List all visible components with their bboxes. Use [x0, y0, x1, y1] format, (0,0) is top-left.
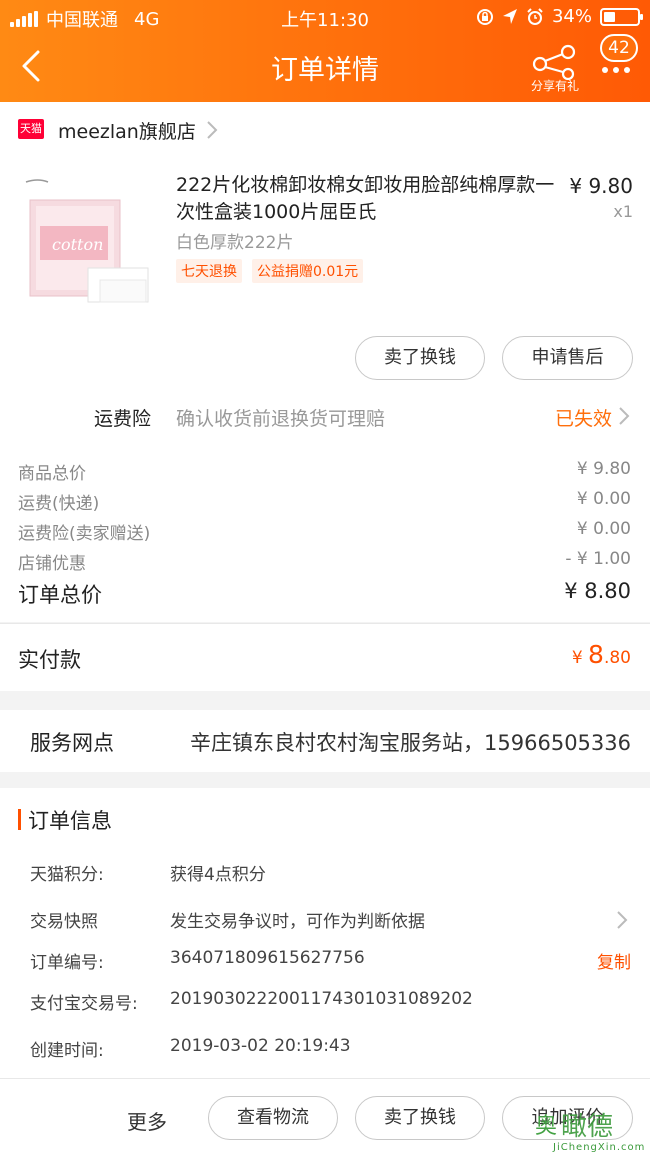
fee-value: ¥ 0.00 — [576, 519, 631, 539]
order-total: 订单总价 ¥ 8.80 — [0, 576, 650, 612]
battery-percent: 34% — [551, 6, 592, 27]
alarm-icon — [527, 7, 543, 25]
order-info: 订单信息 天猫积分: 获得4点积分 交易快照 发生交易争议时，可作为判断依据 订… — [0, 788, 650, 1078]
fee-row: 运费(快递) ¥ 0.00 — [0, 485, 650, 515]
order-number-value: 364071809615627756 — [170, 948, 365, 968]
return-policy-tag: 七天退换 — [176, 259, 242, 283]
service-value: 辛庄镇东良村农村淘宝服务站，15966505336 — [190, 731, 631, 755]
paid-label: 实付款 — [18, 648, 81, 672]
fee-row: 运费险(卖家赠送) ¥ 0.00 — [0, 515, 650, 545]
fee-label: 店铺优惠 — [18, 554, 86, 574]
created-time-value: 2019-03-02 20:19:43 — [170, 1036, 351, 1056]
bottom-action-bar: 更多 查看物流 卖了换钱 追加评价 — [0, 1078, 650, 1155]
view-logistics-button[interactable]: 查看物流 — [208, 1096, 338, 1140]
snapshot-row[interactable]: 交易快照 发生交易争议时，可作为判断依据 — [0, 902, 650, 936]
more-icon — [602, 67, 630, 73]
charity-tag: 公益捐赠0.01元 — [252, 259, 364, 283]
created-time-label: 创建时间: — [30, 1041, 104, 1061]
add-review-button[interactable]: 追加评价 — [502, 1096, 633, 1140]
snapshot-label: 交易快照 — [30, 912, 98, 932]
battery-icon — [600, 7, 643, 26]
paid-decimals: .80 — [603, 648, 631, 668]
fee-label: 运费险(卖家赠送) — [18, 524, 151, 544]
product-quantity: x1 — [613, 202, 633, 221]
fee-row: 店铺优惠 - ¥ 1.00 — [0, 545, 650, 575]
order-total-label: 订单总价 — [18, 583, 102, 607]
order-number-row: 订单编号: 364071809615627756 复制 — [0, 943, 650, 977]
snapshot-value: 发生交易争议时，可作为判断依据 — [170, 912, 425, 932]
section-accent-bar — [18, 809, 21, 830]
more-actions-button[interactable]: 更多 — [127, 1106, 167, 1135]
sell-button[interactable]: 卖了换钱 — [355, 336, 485, 380]
alipay-number-label: 支付宝交易号: — [30, 994, 138, 1014]
store-name: meezlan旗舰店 — [58, 121, 196, 143]
created-time-row: 创建时间: 2019-03-02 20:19:43 — [0, 1031, 650, 1065]
product-image-text: cotton — [52, 235, 103, 254]
fee-label: 运费(快递) — [18, 494, 100, 514]
paid-value: ¥ 8.80 — [572, 640, 631, 669]
sell-button[interactable]: 卖了换钱 — [355, 1096, 485, 1140]
fee-value: ¥ 0.00 — [576, 489, 631, 509]
store-row[interactable]: 天猫 meezlan旗舰店 — [0, 102, 650, 158]
chevron-right-icon — [619, 407, 630, 425]
alipay-number-row: 支付宝交易号: 2019030222001174301031089202 — [0, 984, 650, 1018]
alipay-number-value: 2019030222001174301031089202 — [170, 989, 473, 1009]
share-icon — [532, 44, 576, 80]
product-image[interactable]: cotton — [18, 176, 158, 316]
status-bar: 中国联通 4G 上午11:30 34% — [0, 0, 650, 34]
lock-rotation-icon — [476, 8, 493, 25]
paid-currency: ¥ — [571, 648, 589, 668]
fee-label: 商品总价 — [18, 464, 86, 484]
product-name[interactable]: 222片化妆棉卸妆棉女卸妆用脸部纯棉厚款一次性盒装1000片屈臣氏 — [176, 172, 556, 226]
points-row: 天猫积分: 获得4点积分 — [0, 855, 650, 889]
product-card: cotton 222片化妆棉卸妆棉女卸妆用脸部纯棉厚款一次性盒装1000片屈臣氏… — [0, 158, 650, 390]
insurance-desc: 确认收货前退换货可理赔 — [176, 408, 386, 430]
service-point-row: 服务网点 辛庄镇东良村农村淘宝服务站，15966505336 — [0, 710, 650, 772]
product-sku: 白色厚款222片 — [176, 233, 294, 253]
more-button[interactable]: 42 — [596, 34, 646, 90]
section-title: 订单信息 — [28, 809, 112, 833]
price-breakdown: 商品总价 ¥ 9.80 运费(快递) ¥ 0.00 运费险(卖家赠送) ¥ 0.… — [0, 442, 650, 622]
chevron-right-icon — [207, 121, 218, 139]
insurance-status: 已失效 — [554, 408, 612, 430]
service-label: 服务网点 — [30, 731, 114, 755]
fee-value: ¥ 9.80 — [576, 459, 631, 479]
fee-row: 商品总价 ¥ 9.80 — [0, 455, 650, 485]
product-price: ¥ 9.80 — [569, 174, 633, 198]
back-icon[interactable] — [18, 48, 48, 84]
share-label: 分享有礼 — [530, 79, 579, 93]
message-badge: 42 — [600, 34, 638, 62]
order-total-value: ¥ 8.80 — [564, 579, 631, 603]
after-sale-button[interactable]: 申请售后 — [502, 336, 633, 380]
share-button[interactable]: 分享有礼 — [526, 40, 584, 96]
insurance-label: 运费险 — [94, 408, 152, 430]
points-value: 获得4点积分 — [170, 865, 266, 885]
tmall-badge: 天猫 — [18, 119, 44, 139]
shipping-insurance-row[interactable]: 运费险 确认收货前退换货可理赔 已失效 — [0, 390, 650, 442]
paid-amount-row: 实付款 ¥ 8.80 — [0, 623, 650, 691]
chevron-right-icon — [617, 911, 628, 929]
copy-button[interactable]: 复制 — [597, 948, 631, 973]
points-label: 天猫积分: — [30, 865, 104, 885]
fee-value: - ¥ 1.00 — [565, 549, 631, 569]
nav-header: 中国联通 4G 上午11:30 34% 订单详情 分享有礼 42 — [0, 0, 650, 102]
location-icon — [502, 8, 517, 24]
paid-amount: 8 — [588, 640, 604, 669]
order-number-label: 订单编号: — [30, 953, 104, 973]
